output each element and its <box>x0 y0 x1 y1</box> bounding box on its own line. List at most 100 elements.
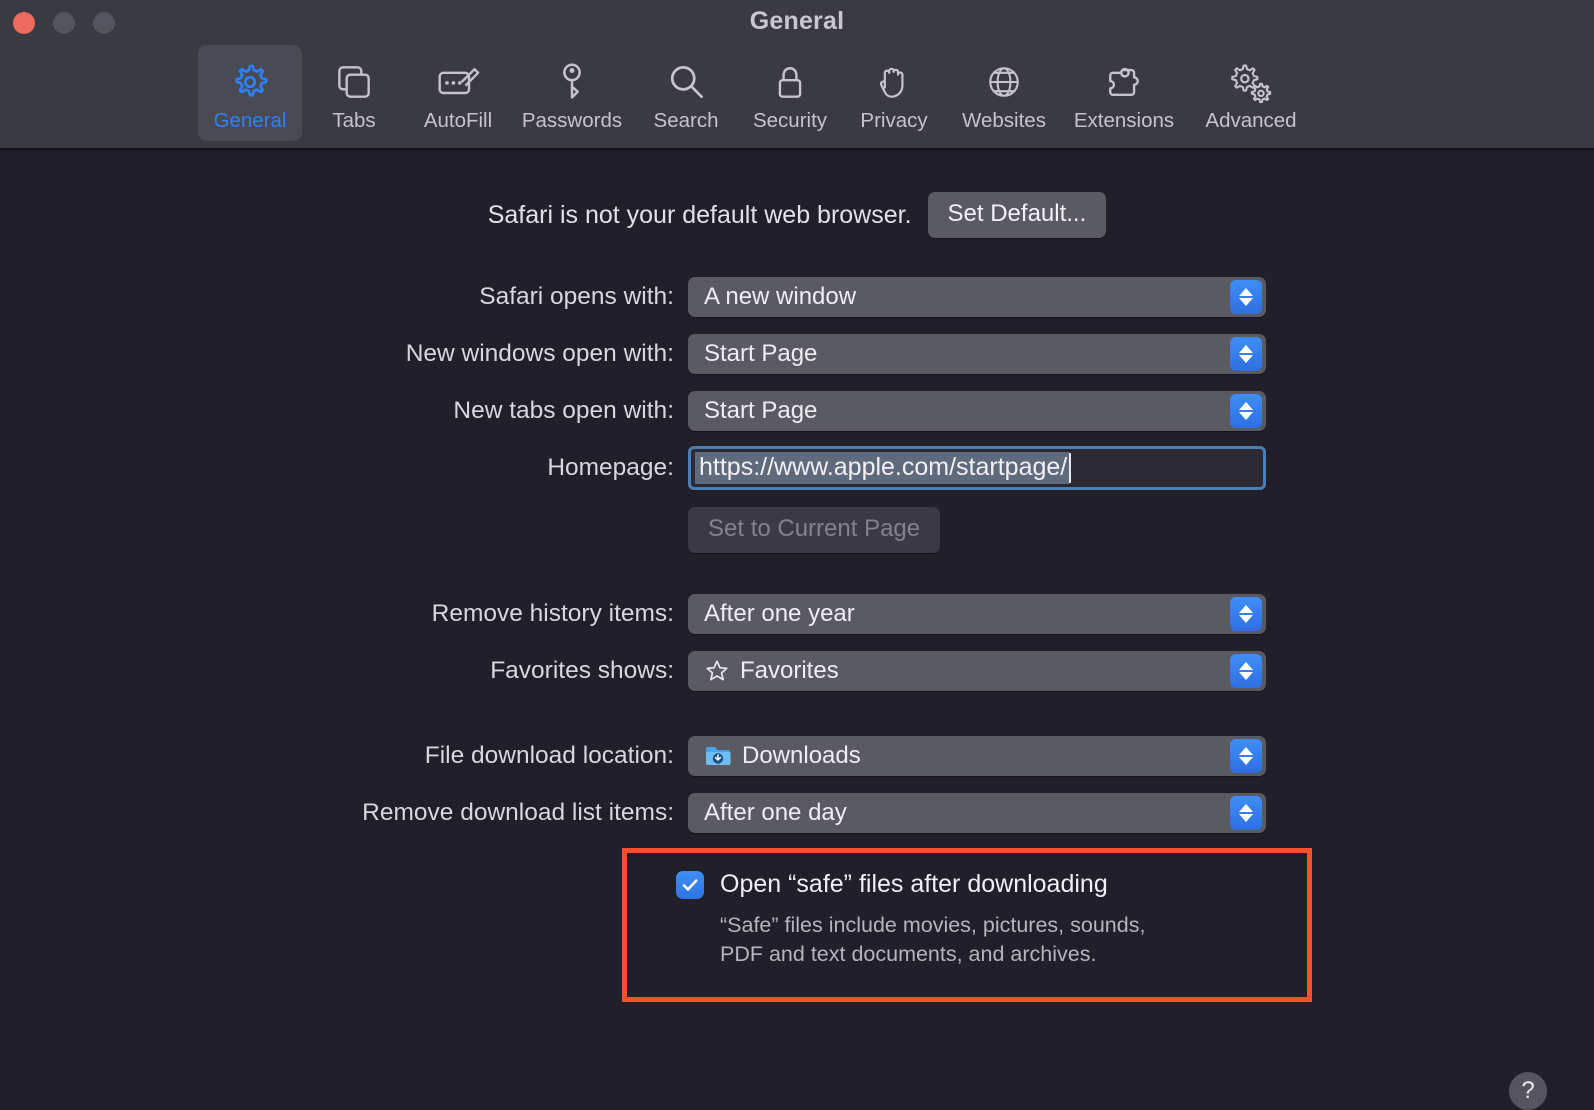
autofill-icon <box>434 57 482 107</box>
select-value: After one day <box>704 799 847 826</box>
tab-passwords[interactable]: Passwords <box>510 45 634 141</box>
chevron-up-icon <box>1239 345 1253 353</box>
file-download-location-row: File download location: Downloads <box>0 736 1594 776</box>
stepper-arrows[interactable] <box>1230 739 1262 773</box>
open-safe-files-checkbox[interactable] <box>676 870 704 899</box>
page-title: General <box>749 7 845 35</box>
chevron-down-icon <box>1239 814 1253 822</box>
hand-icon <box>873 57 915 107</box>
new-windows-open-with-row: New windows open with: Start Page <box>0 334 1594 374</box>
open-safe-files-checkbox-row[interactable]: Open “safe” files after downloading <box>676 870 1376 899</box>
tab-general[interactable]: General <box>198 45 302 141</box>
favorites-shows-select[interactable]: Favorites <box>688 651 1266 691</box>
tab-label: Advanced <box>1205 109 1297 132</box>
homepage-input[interactable]: https://www.apple.com/startpage/ <box>688 446 1266 490</box>
stepper-arrows[interactable] <box>1230 597 1262 631</box>
chevron-down-icon <box>1239 615 1253 623</box>
safari-opens-with-label: Safari opens with: <box>479 283 674 310</box>
remove-history-items-select[interactable]: After one year <box>688 594 1266 634</box>
tab-label: Websites <box>962 109 1046 132</box>
chevron-down-icon <box>1239 757 1253 765</box>
tab-search[interactable]: Search <box>634 45 738 141</box>
tab-label: Search <box>653 109 719 132</box>
favorites-shows-label: Favorites shows: <box>490 657 674 684</box>
default-browser-notice: Safari is not your default web browser. <box>487 200 912 229</box>
tab-privacy[interactable]: Privacy <box>842 45 946 141</box>
puzzle-icon <box>1101 57 1147 107</box>
star-icon <box>704 658 730 684</box>
stepper-arrows[interactable] <box>1230 796 1262 830</box>
text-caret <box>1069 453 1072 483</box>
chevron-down-icon <box>1239 298 1253 306</box>
help-button[interactable]: ? <box>1509 1072 1547 1110</box>
preferences-content: Safari is not your default web browser. … <box>0 152 1594 1110</box>
lock-icon <box>770 57 810 107</box>
window-toolbar: General General Tabs AutoFill Passwords … <box>0 0 1594 150</box>
set-to-current-page-button[interactable]: Set to Current Page <box>688 507 941 553</box>
homepage-value: https://www.apple.com/startpage/ <box>695 452 1070 484</box>
set-current-page-row: Set to Current Page <box>0 507 1594 553</box>
tab-label: AutoFill <box>423 109 493 132</box>
safari-opens-with-select[interactable]: A new window <box>688 277 1266 317</box>
remove-download-list-items-label: Remove download list items: <box>362 799 674 826</box>
open-safe-files-description: “Safe” files include movies, pictures, s… <box>720 911 1376 969</box>
preferences-tab-bar: General Tabs AutoFill Passwords Search S… <box>198 45 1316 141</box>
new-windows-open-with-label: New windows open with: <box>405 340 674 367</box>
description-line-2: PDF and text documents, and archives. <box>720 942 1097 966</box>
gear-icon <box>228 57 272 107</box>
safari-opens-with-row: Safari opens with: A new window <box>0 277 1594 317</box>
favorites-shows-row: Favorites shows: Favorites <box>0 651 1594 691</box>
tabs-icon <box>332 57 376 107</box>
tab-label: Extensions <box>1073 109 1175 132</box>
tab-label: Passwords <box>521 109 623 132</box>
description-line-1: “Safe” files include movies, pictures, s… <box>720 913 1146 937</box>
chevron-up-icon <box>1239 747 1253 755</box>
tab-websites[interactable]: Websites <box>946 45 1062 141</box>
chevron-down-icon <box>1239 355 1253 363</box>
remove-download-list-items-select[interactable]: After one day <box>688 793 1266 833</box>
open-safe-files-label: Open “safe” files after downloading <box>720 870 1108 898</box>
stepper-arrows[interactable] <box>1230 280 1262 314</box>
new-windows-open-with-select[interactable]: Start Page <box>688 334 1266 374</box>
tab-label: General <box>213 109 287 132</box>
new-tabs-open-with-row: New tabs open with: Start Page <box>0 391 1594 431</box>
homepage-row: Homepage: https://www.apple.com/startpag… <box>0 446 1594 490</box>
stepper-arrows[interactable] <box>1230 337 1262 371</box>
gears-icon <box>1227 57 1275 107</box>
chevron-up-icon <box>1239 402 1253 410</box>
stepper-arrows[interactable] <box>1230 394 1262 428</box>
select-value: Favorites <box>740 657 839 684</box>
new-tabs-open-with-select[interactable]: Start Page <box>688 391 1266 431</box>
downloads-folder-icon <box>704 743 732 769</box>
file-download-location-select[interactable]: Downloads <box>688 736 1266 776</box>
chevron-down-icon <box>1239 412 1253 420</box>
open-safe-files-block: Open “safe” files after downloading “Saf… <box>676 870 1376 969</box>
tab-label: Tabs <box>332 109 376 132</box>
tab-security[interactable]: Security <box>738 45 842 141</box>
tab-label: Security <box>752 109 828 132</box>
file-download-location-label: File download location: <box>424 742 674 769</box>
magnifier-icon <box>664 57 708 107</box>
tab-tabs[interactable]: Tabs <box>302 45 406 141</box>
chevron-up-icon <box>1239 662 1253 670</box>
select-value: Downloads <box>742 742 861 769</box>
tab-label: Privacy <box>860 109 928 132</box>
select-value: A new window <box>704 283 857 310</box>
remove-history-items-row: Remove history items: After one year <box>0 594 1594 634</box>
select-value: Start Page <box>704 340 818 367</box>
new-tabs-open-with-label: New tabs open with: <box>453 397 674 424</box>
key-icon <box>552 57 592 107</box>
default-browser-row: Safari is not your default web browser. … <box>0 192 1594 238</box>
tab-autofill[interactable]: AutoFill <box>406 45 510 141</box>
homepage-label: Homepage: <box>547 454 674 481</box>
remove-history-items-label: Remove history items: <box>431 600 674 627</box>
set-default-button[interactable]: Set Default... <box>927 192 1107 238</box>
stepper-arrows[interactable] <box>1230 654 1262 688</box>
select-value: Start Page <box>704 397 818 424</box>
select-value: After one year <box>704 600 855 627</box>
tab-extensions[interactable]: Extensions <box>1062 45 1186 141</box>
chevron-up-icon <box>1239 288 1253 296</box>
remove-download-list-items-row: Remove download list items: After one da… <box>0 793 1594 833</box>
chevron-up-icon <box>1239 804 1253 812</box>
tab-advanced[interactable]: Advanced <box>1186 45 1316 141</box>
